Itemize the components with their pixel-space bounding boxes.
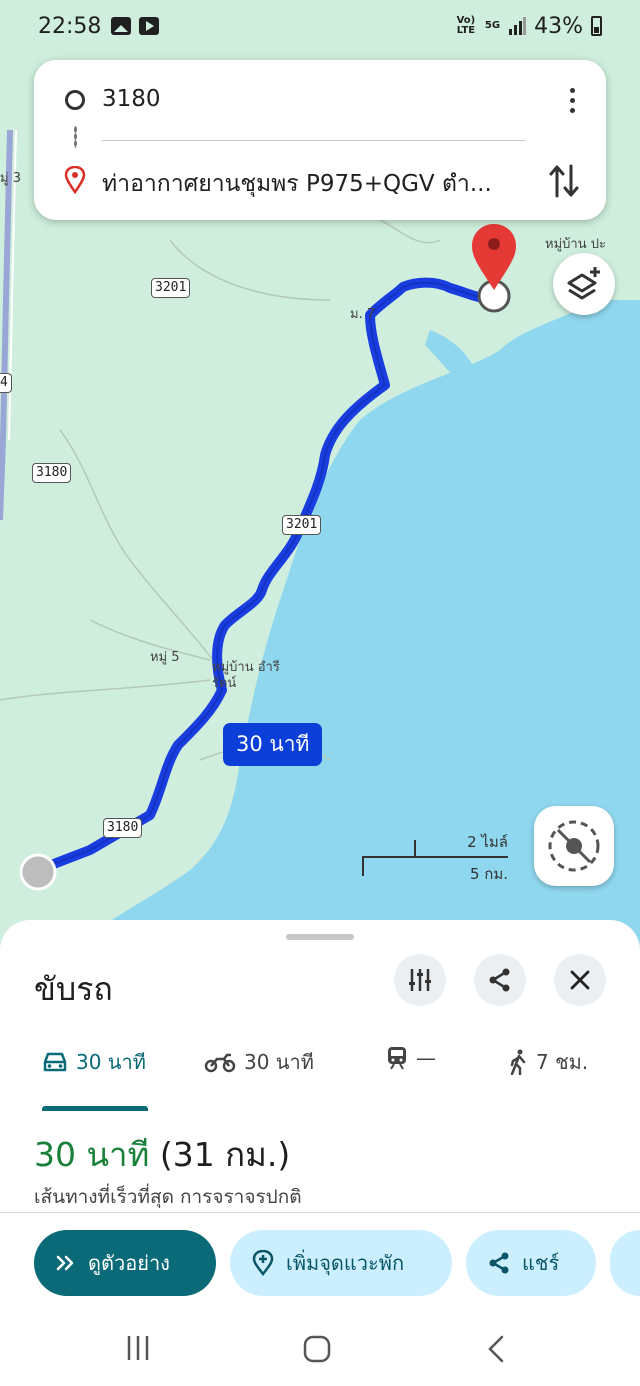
route-search-card: 3180 ท่าอากาศยานชุมพร P975+QGV ตำ... <box>34 60 606 220</box>
youtube-notification-icon <box>139 17 160 35</box>
preview-button[interactable]: ดูตัวอย่าง <box>34 1230 216 1296</box>
destination-pin-outline-icon <box>64 166 86 194</box>
add-stop-button[interactable]: เพิ่มจุดแวะพัก <box>230 1230 452 1296</box>
system-navigation-bar <box>0 1310 640 1386</box>
motorcycle-icon <box>204 1053 236 1073</box>
add-location-icon <box>252 1250 274 1276</box>
share-icon <box>489 968 510 992</box>
car-icon <box>43 1052 67 1072</box>
map-label-moo5: หมู่ 5 <box>150 650 180 665</box>
map-label-village-arirat: หมู่บ้าน อำรีรัตน์ <box>212 660 280 691</box>
tab-transit-label: — <box>416 1046 436 1070</box>
battery-icon <box>591 16 602 36</box>
5g-indicator: 5G <box>484 20 501 31</box>
more-actions-button[interactable] <box>610 1230 640 1296</box>
add-stop-label: เพิ่มจุดแวะพัก <box>286 1251 405 1275</box>
road-shield-3180: 3180 <box>32 463 72 483</box>
close-icon <box>570 970 590 990</box>
sheet-drag-handle[interactable] <box>286 934 354 940</box>
scale-km: 5 กม. <box>469 865 508 883</box>
layers-icon <box>567 267 600 300</box>
road-shield-4: 4 <box>0 373 12 393</box>
sheet-title: ขับรถ <box>34 970 113 1008</box>
swap-icon[interactable] <box>548 162 580 200</box>
map-scale: 2 ไมล์ 5 กม. <box>362 828 512 883</box>
location-off-icon <box>548 820 600 872</box>
destination-pin-icon <box>472 224 516 290</box>
destination-field[interactable]: ท่าอากาศยานชุมพร P975+QGV ตำ... <box>102 166 492 202</box>
route-dots <box>74 126 77 148</box>
origin-field[interactable]: 3180 <box>102 86 161 112</box>
home-icon[interactable] <box>302 1334 332 1364</box>
trip-description: เส้นทางที่เร็วที่สุด การจราจรปกติ <box>34 1186 302 1208</box>
tab-walking[interactable]: 7 ชม. <box>508 1046 588 1078</box>
train-icon <box>388 1047 406 1070</box>
layers-button[interactable] <box>553 253 615 315</box>
road-shield-3201: 3201 <box>151 278 191 298</box>
tab-transit[interactable]: — <box>386 1046 436 1070</box>
more-options-icon[interactable] <box>570 88 576 114</box>
tab-driving[interactable]: 30 นาที <box>42 1046 146 1078</box>
map-label-moo7: ม. 7 <box>350 307 376 322</box>
trip-time: 30 นาที <box>34 1135 150 1174</box>
trip-distance: (31 กม.) <box>159 1135 291 1174</box>
gallery-notification-icon <box>111 17 132 35</box>
battery-percent: 43% <box>534 13 583 39</box>
clock: 22:58 <box>38 13 102 39</box>
recent-apps-icon[interactable] <box>124 1334 152 1362</box>
share-button[interactable] <box>474 954 526 1006</box>
card-divider <box>102 140 526 141</box>
close-button[interactable] <box>554 954 606 1006</box>
tune-icon <box>409 969 431 991</box>
signal-icon <box>509 17 527 35</box>
road-shield-3201: 3201 <box>282 515 322 535</box>
walk-icon <box>510 1049 526 1075</box>
tab-walking-label: 7 ชม. <box>536 1050 589 1074</box>
route-duration-label[interactable]: 30 นาที <box>223 723 323 766</box>
river <box>0 129 13 521</box>
route-options-button[interactable] <box>394 954 446 1006</box>
active-tab-indicator <box>42 1106 148 1111</box>
share-label: แชร์ <box>522 1251 560 1275</box>
scale-miles: 2 ไมล์ <box>467 833 508 851</box>
tabs-divider <box>0 1212 640 1213</box>
tab-motorcycle[interactable]: 30 นาที <box>204 1046 314 1078</box>
volte-indicator: Vo) LTE <box>456 15 476 36</box>
travel-mode-tabs: 30 นาที 30 นาที — 7 ชม. <box>0 1024 640 1213</box>
map-label-moo3: มู่ 3 <box>0 171 21 186</box>
my-location-button[interactable] <box>534 806 614 886</box>
origin-marker <box>19 853 57 891</box>
preview-label: ดูตัวอย่าง <box>88 1251 170 1275</box>
trip-summary: 30 นาที (31 กม.) <box>34 1128 290 1181</box>
share-route-button[interactable]: แชร์ <box>466 1230 596 1296</box>
tab-motorcycle-label: 30 นาที <box>244 1050 314 1074</box>
double-chevron-icon <box>56 1255 74 1271</box>
status-bar: 22:58 Vo) LTE 5G 43% <box>0 0 640 52</box>
tab-driving-label: 30 นาที <box>76 1050 146 1074</box>
road-shield-3180: 3180 <box>103 818 143 838</box>
origin-icon <box>65 90 85 110</box>
map-label-village-top: หมู่บ้าน ปะ <box>545 237 606 252</box>
share-icon <box>489 1252 509 1274</box>
back-icon[interactable] <box>486 1334 506 1364</box>
